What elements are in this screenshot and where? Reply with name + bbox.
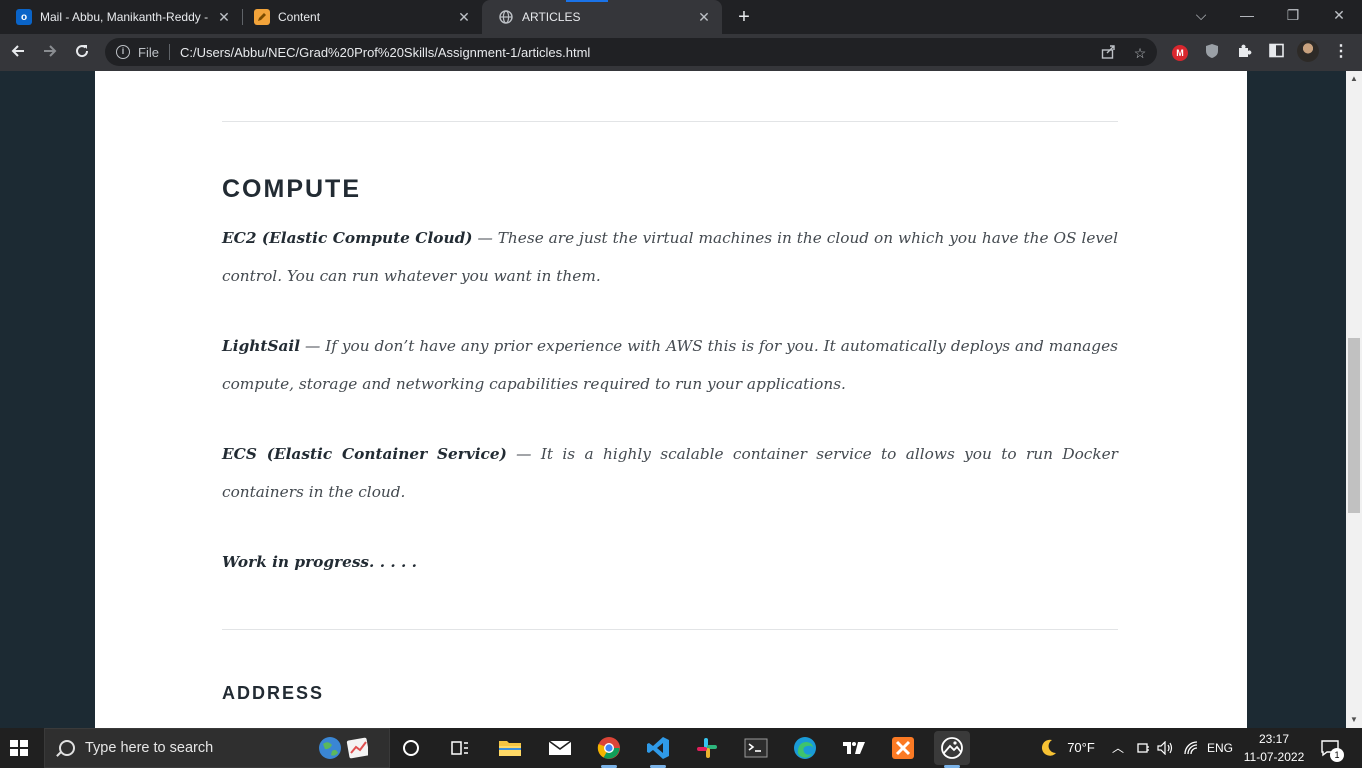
bookmark-star-icon[interactable]: ☆ [1131, 44, 1149, 62]
language-indicator[interactable]: ENG [1204, 728, 1236, 768]
clock-date: 11-07-2022 [1243, 750, 1305, 764]
divider [222, 629, 1118, 630]
search-placeholder: Type here to search [85, 740, 214, 756]
new-tab-button[interactable]: + [733, 4, 755, 30]
info-icon[interactable]: i [116, 45, 130, 59]
reload-icon [76, 45, 89, 58]
tab-content[interactable]: Content ✕ [238, 0, 482, 34]
chevron-up-icon[interactable]: ︿ [1109, 728, 1127, 768]
page-viewport: COMPUTE EC2 (Elastic Compute Cloud) — Th… [0, 71, 1346, 728]
sidepanel-icon[interactable] [1267, 43, 1285, 61]
photos-icon[interactable] [934, 731, 970, 765]
clock-time: 23:17 [1258, 732, 1290, 746]
restore-button[interactable]: ❐ [1270, 0, 1316, 30]
moon-icon[interactable] [1036, 728, 1060, 768]
term-description: — If you don’t have any prior experience… [222, 337, 1118, 393]
close-icon[interactable]: ✕ [454, 9, 474, 26]
widgets-globe-icon[interactable] [316, 734, 368, 762]
scheme-label: File [138, 44, 159, 60]
reload-button[interactable] [68, 39, 96, 67]
browser-toolbar: i File C:/Users/Abbu/NEC/Grad%20Prof%20S… [0, 34, 1362, 71]
shield-extension-icon[interactable] [1203, 43, 1221, 61]
tab-title: ARTICLES [522, 10, 581, 24]
arrow-left-icon [11, 45, 24, 57]
work-in-progress-note: Work in progress. . . . . [222, 543, 1118, 581]
close-window-button[interactable]: ✕ [1316, 0, 1362, 30]
compute-item-lightsail: LightSail — If you don’t have any prior … [222, 327, 1118, 403]
tab-articles[interactable]: ARTICLES ✕ [482, 0, 722, 34]
wifi-icon[interactable] [1180, 728, 1202, 768]
arrow-right-icon [44, 45, 57, 57]
forward-button[interactable] [36, 39, 64, 67]
url-text[interactable]: C:/Users/Abbu/NEC/Grad%20Prof%20Skills/A… [180, 45, 590, 60]
compute-item-ec2: EC2 (Elastic Compute Cloud) — These are … [222, 219, 1118, 295]
compute-item-ecs: ECS (Elastic Container Service) — It is … [222, 435, 1118, 511]
vscode-icon[interactable] [644, 734, 672, 762]
chrome-icon[interactable] [595, 734, 623, 762]
tab-mail[interactable]: o Mail - Abbu, Manikanth-Reddy - ✕ [0, 0, 242, 34]
search-icon [59, 740, 75, 756]
section-heading-address: ADDRESS [222, 683, 325, 703]
tab-title: Mail - Abbu, Manikanth-Reddy - [40, 10, 209, 24]
task-view-icon[interactable] [446, 734, 474, 762]
volume-icon[interactable] [1155, 728, 1177, 768]
term-label: LightSail [222, 337, 301, 355]
scroll-up-arrow-icon[interactable]: ▲ [1346, 71, 1362, 87]
share-icon[interactable] [1099, 44, 1117, 62]
windows-start-icon[interactable] [10, 740, 28, 756]
notification-center-icon[interactable]: 1 [1318, 728, 1344, 768]
term-label: ECS (Elastic Container Service) [222, 445, 507, 463]
notification-badge: 1 [1330, 748, 1344, 762]
globe-icon [498, 9, 514, 25]
tab-strip: o Mail - Abbu, Manikanth-Reddy - ✕ Conte… [0, 0, 1362, 34]
mail-icon[interactable] [546, 734, 574, 762]
tab-title: Content [278, 10, 321, 24]
system-clock[interactable]: 23:17 11-07-2022 [1238, 730, 1310, 766]
slack-icon[interactable] [693, 734, 721, 762]
cortana-circle-icon[interactable] [397, 734, 425, 762]
edge-icon[interactable] [791, 734, 819, 762]
battery-plug-icon[interactable] [1133, 728, 1153, 768]
tradingview-icon[interactable] [840, 734, 868, 762]
scrollbar-thumb[interactable] [1348, 338, 1360, 513]
close-icon[interactable]: ✕ [694, 9, 714, 26]
content-card: COMPUTE EC2 (Elastic Compute Cloud) — Th… [95, 71, 1247, 728]
divider [168, 44, 170, 60]
mega-extension-icon[interactable]: M [1171, 43, 1189, 61]
weather-temperature[interactable]: 70°F [1064, 728, 1098, 768]
windows-taskbar: Type here to search 70°F ︿ ENG 23:17 11-… [0, 728, 1362, 768]
term-label: EC2 (Elastic Compute Cloud) [222, 229, 473, 247]
divider [222, 121, 1118, 122]
vertical-scrollbar[interactable]: ▲ ▼ [1346, 71, 1362, 728]
file-explorer-icon[interactable] [496, 734, 524, 762]
loading-indicator [566, 0, 608, 2]
avatar[interactable] [1297, 40, 1321, 64]
tab-search-chevron-icon[interactable]: ⌵ [1178, 0, 1224, 30]
kebab-menu-icon[interactable]: ⋮ [1332, 43, 1350, 61]
section-heading-compute: COMPUTE [222, 175, 361, 203]
back-button[interactable] [4, 39, 32, 67]
xampp-icon[interactable] [889, 734, 917, 762]
minimize-button[interactable]: — [1224, 0, 1270, 30]
address-bar[interactable]: i File C:/Users/Abbu/NEC/Grad%20Prof%20S… [105, 38, 1157, 66]
pencil-document-icon [254, 9, 270, 25]
close-icon[interactable]: ✕ [214, 9, 234, 26]
outlook-icon: o [16, 9, 32, 25]
note-text: Work in progress. . . . . [222, 553, 417, 571]
puzzle-extensions-icon[interactable] [1235, 43, 1253, 61]
scroll-down-arrow-icon[interactable]: ▼ [1346, 712, 1362, 728]
terminal-icon[interactable] [742, 734, 770, 762]
